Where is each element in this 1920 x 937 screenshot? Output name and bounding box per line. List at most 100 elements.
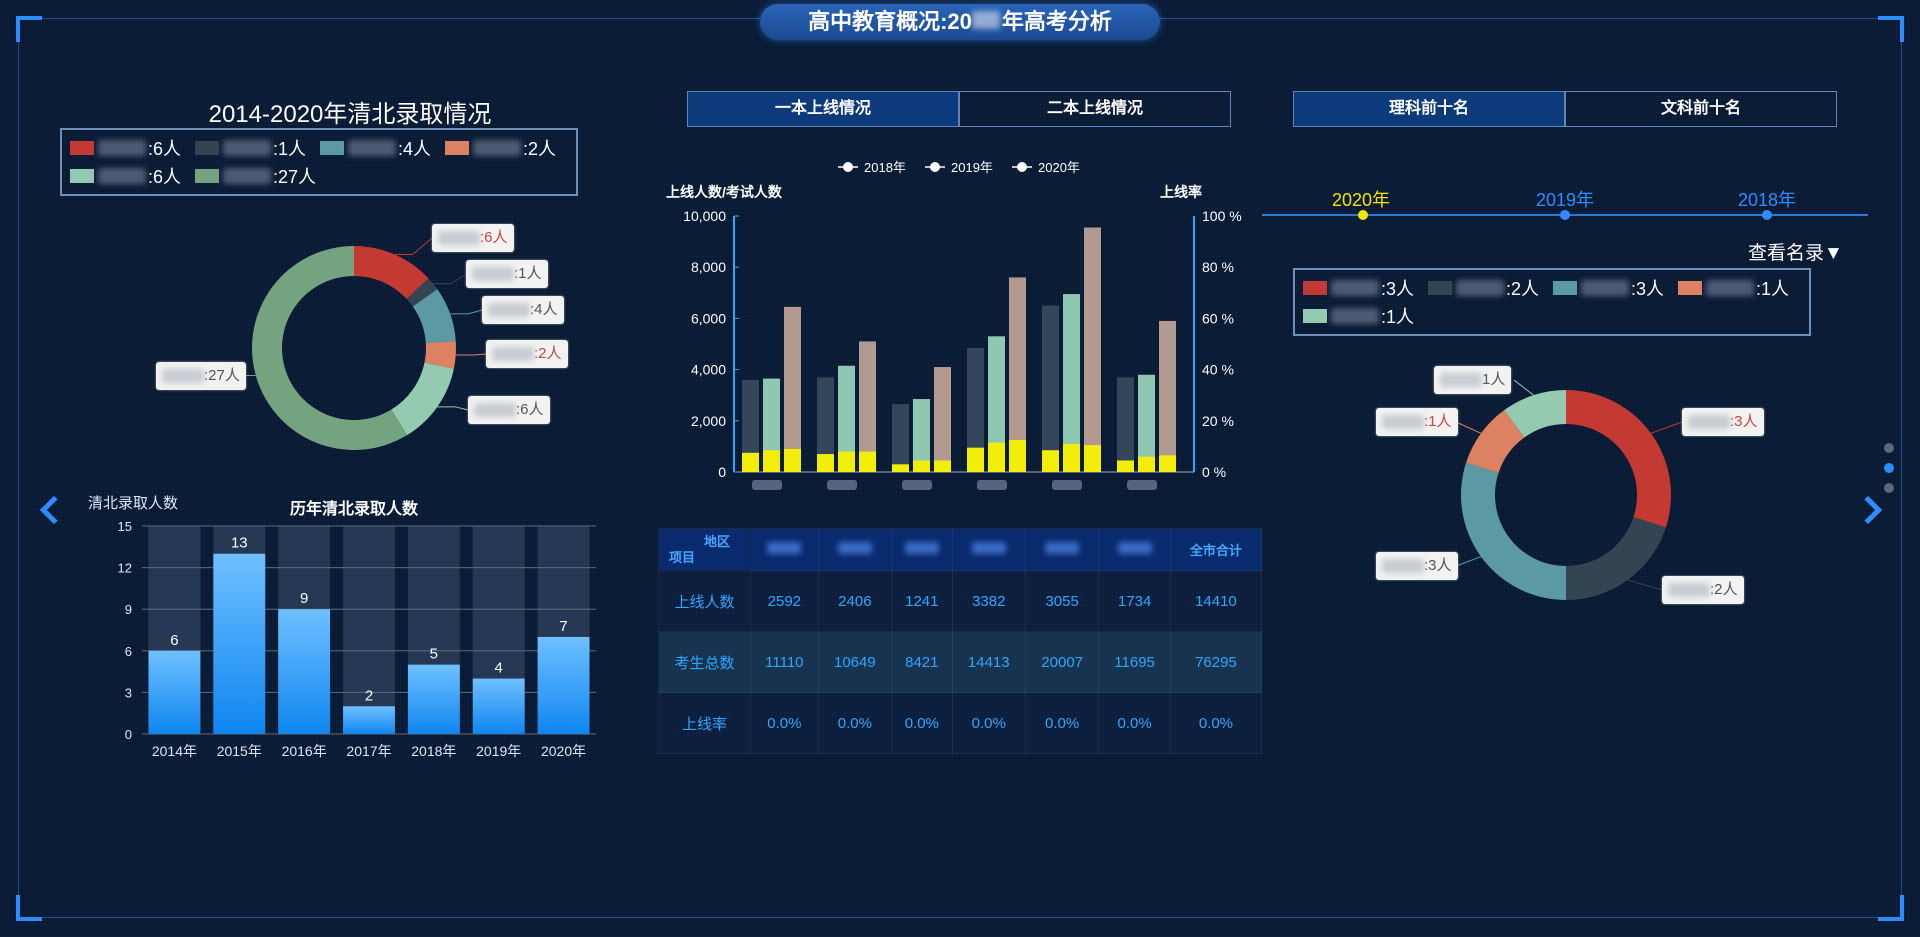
legend-swatch [195, 141, 220, 155]
center-combo-chart: 2018年 2019年 2020年上线人数/考试人数 上线率 10,000 8,000 6,… [666, 160, 1242, 490]
redacted-text [1382, 415, 1424, 430]
legend-item[interactable]: :4人 [320, 136, 431, 160]
y-tick-label: 9 [125, 602, 132, 617]
donut-callout: :3人 [1682, 408, 1764, 436]
donut-callout: :1人 [1376, 408, 1458, 436]
legend-label: :1人 [1756, 279, 1790, 299]
row-label: 上线人数 [658, 570, 751, 632]
timeline-2020[interactable]: 2020年 [1332, 186, 1390, 212]
total-header: 全市合计 [1169, 528, 1263, 571]
redacted-text [971, 11, 1000, 29]
callout-leader [1650, 421, 1683, 434]
callout-leader [1455, 421, 1482, 434]
table-cell: 3382 [951, 570, 1026, 632]
corner-decoration [1878, 16, 1904, 42]
legend-label: :27人 [273, 167, 317, 187]
legend-item[interactable]: :2人 [1428, 276, 1539, 300]
bar-online [742, 452, 759, 472]
table-cell: 14410 [1169, 570, 1263, 632]
y-tick-label: 6 [125, 644, 132, 659]
bar-online [1117, 460, 1134, 472]
bar-online [763, 450, 780, 472]
legend-item[interactable]: :1人 [1678, 276, 1789, 300]
y2-tick-label: 20 % [1202, 413, 1234, 429]
table-cell: 14413 [951, 631, 1026, 693]
bar-online [913, 460, 930, 472]
redacted-text [98, 140, 146, 156]
legend-item[interactable]: :6人 [70, 164, 181, 188]
donut-slice [1566, 516, 1666, 600]
redacted-text [1382, 559, 1424, 574]
y-tick-label: 0 [718, 464, 726, 480]
y-tick-label: 8,000 [691, 259, 726, 275]
legend-item[interactable]: :3人 [1553, 276, 1664, 300]
legend-label: 2019年 [951, 160, 993, 175]
y-tick-label: 3 [125, 685, 132, 700]
legend-swatch [1678, 281, 1703, 295]
table-cell: 0.0% [951, 692, 1026, 754]
redacted-text [473, 140, 522, 156]
timeline-2018[interactable]: 2018年 [1738, 186, 1796, 212]
region-header [817, 528, 893, 571]
bar [1042, 305, 1059, 472]
callout-label: :3人 [1424, 557, 1452, 574]
legend-swatch [1553, 281, 1578, 295]
legend-item[interactable]: :6人 [70, 136, 181, 160]
table-cell: 0.0% [1098, 692, 1171, 754]
redacted-text [438, 231, 480, 246]
page-dot[interactable] [1884, 443, 1894, 453]
tab-tier1[interactable]: 一本上线情况 [687, 91, 959, 127]
legend-item[interactable]: :1人 [195, 136, 306, 160]
legend-item[interactable]: :2人 [445, 136, 556, 160]
legend-swatch [70, 169, 94, 183]
bar [1117, 377, 1134, 472]
donut-slice [391, 362, 454, 436]
table-cell: 0.0% [1024, 692, 1100, 754]
callout-leader [1627, 579, 1663, 591]
tab-arts-top10[interactable]: 文科前十名 [1565, 91, 1837, 127]
bar [934, 367, 951, 472]
page-dot[interactable] [1884, 483, 1894, 493]
title-prefix: 高中教育概况:20 [808, 9, 972, 34]
region-header [750, 528, 819, 571]
region-header [1098, 528, 1171, 571]
redacted-text [348, 140, 397, 156]
x-tick-label: 2020年 [541, 743, 586, 759]
center-tabs: 一本上线情况 二本上线情况 [687, 91, 1231, 127]
callout-leader [455, 353, 487, 356]
redacted-text [1706, 280, 1755, 296]
x-tick-label: 2015年 [217, 743, 262, 759]
legend-label: :1人 [273, 139, 307, 159]
table-cell: 1241 [891, 570, 953, 632]
title-suffix: 年高考分析 [1001, 9, 1112, 34]
y-tick-label: 12 [118, 561, 132, 576]
tab-science-top10[interactable]: 理科前十名 [1293, 91, 1565, 127]
left-axis-label: 上线人数/考试人数 [666, 184, 783, 200]
callout-leader [1513, 379, 1534, 396]
callout-label: :1人 [1424, 413, 1452, 430]
legend-item[interactable]: :3人 [1303, 276, 1414, 300]
y-tick-label: 4,000 [691, 362, 726, 378]
callout-label: :4人 [530, 301, 558, 318]
bar-chart-ylabel: 清北录取人数 [88, 495, 178, 512]
callout-label: :6人 [480, 229, 508, 246]
legend-item[interactable]: :1人 [1303, 304, 1414, 328]
bar-value-label: 5 [430, 646, 438, 663]
callout-label: :2人 [1710, 581, 1738, 598]
table-row: 上线率 0.0% 0.0% 0.0% 0.0% 0.0% 0.0% 0.0% [658, 692, 1263, 754]
region-header [1024, 528, 1100, 571]
view-list-button[interactable]: 查看名录▼ [1748, 238, 1843, 265]
corner-decoration [16, 895, 42, 921]
corner-bottom: 项目 [669, 549, 696, 565]
redacted-text [223, 168, 272, 184]
x-tick-label: 2014年 [152, 743, 197, 759]
timeline-2019[interactable]: 2019年 [1536, 186, 1594, 212]
tab-tier2[interactable]: 二本上线情况 [959, 91, 1231, 127]
legend-item[interactable]: :27人 [195, 164, 316, 188]
bar-online [967, 447, 984, 472]
page-dot[interactable] [1884, 463, 1894, 473]
y2-tick-label: 60 % [1202, 310, 1234, 326]
redacted-text [162, 369, 204, 384]
redacted-text [904, 542, 939, 554]
bar-online [784, 448, 801, 472]
